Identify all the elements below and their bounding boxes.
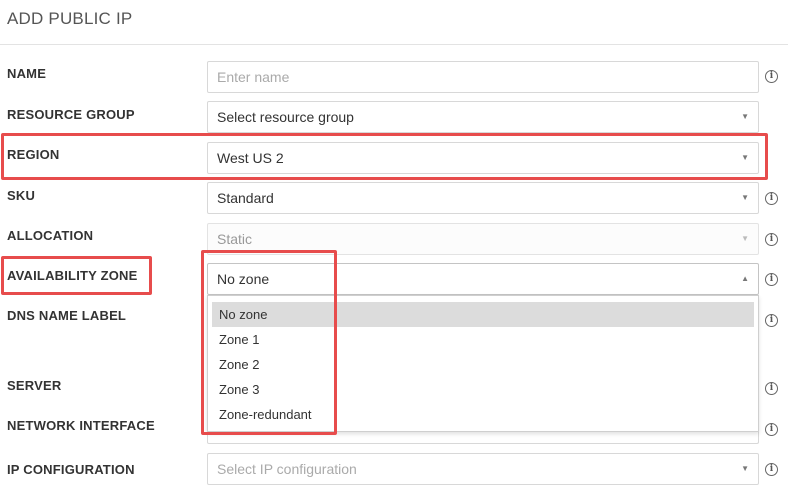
availability-zone-dropdown: No zone Zone 1 Zone 2 Zone 3 Zone-redund… xyxy=(207,295,759,432)
zone-option-zone-3[interactable]: Zone 3 xyxy=(212,377,754,402)
zone-option-no-zone[interactable]: No zone xyxy=(212,302,754,327)
ip-configuration-label: IP CONFIGURATION xyxy=(7,462,135,477)
ip-configuration-select[interactable]: Select IP configuration ▼ xyxy=(207,453,759,485)
allocation-value: Static xyxy=(217,231,253,247)
sku-value: Standard xyxy=(217,190,274,206)
chevron-down-icon: ▼ xyxy=(741,193,749,202)
name-input[interactable]: Enter name xyxy=(207,61,759,93)
page-header: ADD PUBLIC IP xyxy=(0,0,788,45)
chevron-down-icon: ▼ xyxy=(741,234,749,243)
server-info-icon[interactable]: i xyxy=(765,382,778,395)
chevron-down-icon: ▼ xyxy=(741,112,749,121)
availability-zone-value: No zone xyxy=(217,271,270,287)
region-label: REGION xyxy=(7,147,60,162)
network-interface-info-icon[interactable]: i xyxy=(765,423,778,436)
name-label: NAME xyxy=(7,66,47,81)
availability-zone-select[interactable]: No zone ▲ xyxy=(207,263,759,295)
zone-option-zone-1[interactable]: Zone 1 xyxy=(212,327,754,352)
sku-info-icon[interactable]: i xyxy=(765,192,778,205)
ip-configuration-value: Select IP configuration xyxy=(217,461,357,477)
resource-group-label: RESOURCE GROUP xyxy=(7,107,135,122)
chevron-down-icon: ▼ xyxy=(741,464,749,473)
chevron-down-icon: ▼ xyxy=(741,153,749,162)
server-label: SERVER xyxy=(7,378,62,393)
dns-name-label-info-icon[interactable]: i xyxy=(765,314,778,327)
allocation-label: ALLOCATION xyxy=(7,228,94,243)
region-select[interactable]: West US 2 ▼ xyxy=(207,142,759,174)
availability-zone-info-icon[interactable]: i xyxy=(765,273,778,286)
zone-option-zone-2[interactable]: Zone 2 xyxy=(212,352,754,377)
sku-label: SKU xyxy=(7,188,36,203)
name-info-icon[interactable]: i xyxy=(765,70,778,83)
network-interface-label: NETWORK INTERFACE xyxy=(7,418,155,433)
ip-configuration-info-icon[interactable]: i xyxy=(765,463,778,476)
sku-select[interactable]: Standard ▼ xyxy=(207,182,759,214)
chevron-up-icon: ▲ xyxy=(741,274,749,283)
resource-group-select[interactable]: Select resource group ▼ xyxy=(207,101,759,133)
zone-option-zone-redundant[interactable]: Zone-redundant xyxy=(212,402,754,427)
allocation-select: Static ▼ xyxy=(207,223,759,255)
allocation-info-icon[interactable]: i xyxy=(765,233,778,246)
dns-name-label-label: DNS NAME LABEL xyxy=(7,308,127,323)
resource-group-value: Select resource group xyxy=(217,109,354,125)
availability-zone-label: AVAILABILITY ZONE xyxy=(7,268,138,283)
region-value: West US 2 xyxy=(217,150,284,166)
page-title: ADD PUBLIC IP xyxy=(7,9,133,28)
